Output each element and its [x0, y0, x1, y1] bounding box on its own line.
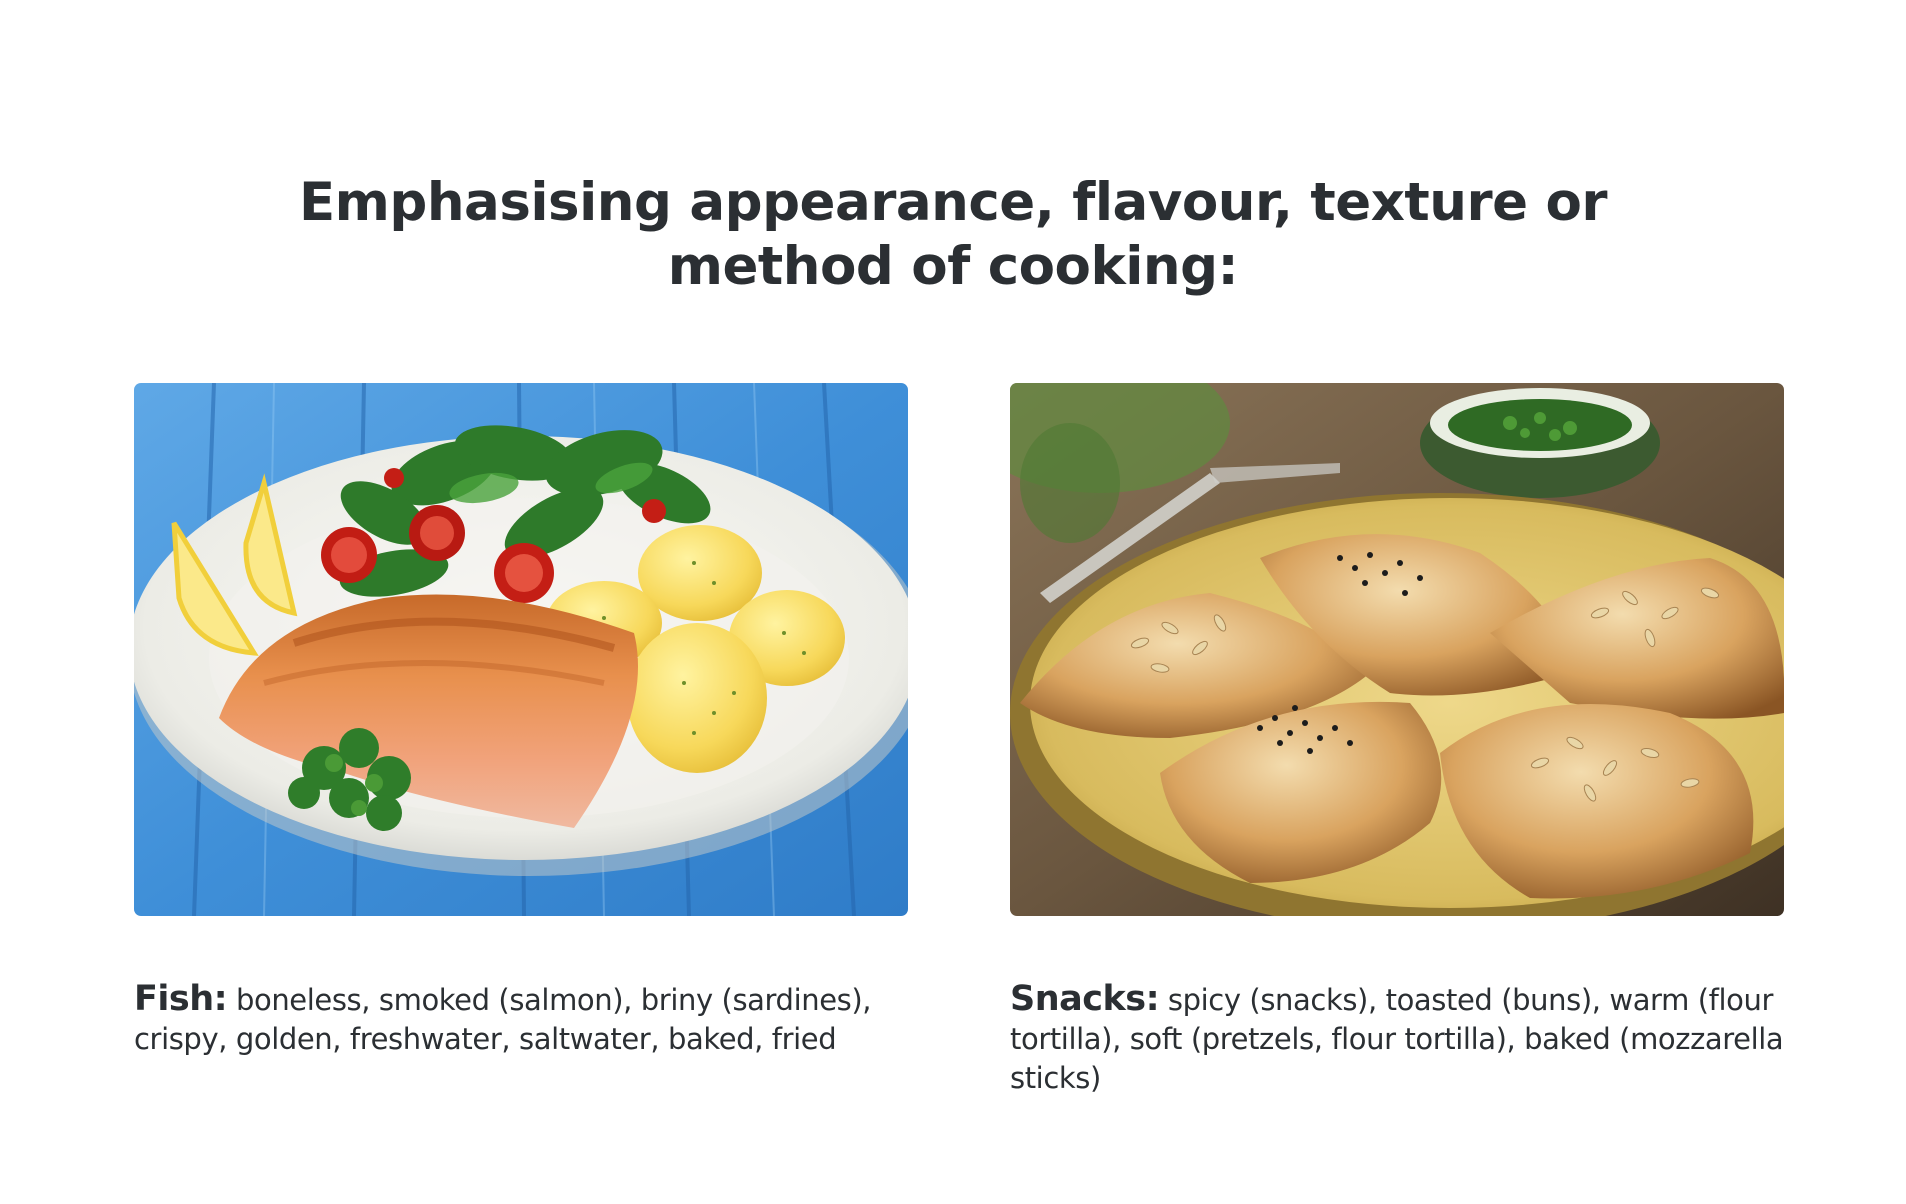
snacks-caption: Snacks: spicy (snacks), toasted (buns), …	[1010, 980, 1784, 1098]
page-title-line-2: method of cooking:	[667, 235, 1239, 297]
snacks-photo	[1010, 383, 1784, 916]
fish-caption-lead: Fish:	[134, 979, 228, 1019]
page-title-line-1: Emphasising appearance, flavour, texture…	[298, 171, 1608, 233]
snacks-card: Snacks: spicy (snacks), toasted (buns), …	[1010, 383, 1784, 1127]
fish-caption-text: boneless, smoked (salmon), briny (sardin…	[134, 983, 872, 1056]
fish-caption: Fish: boneless, smoked (salmon), briny (…	[134, 980, 908, 1059]
fish-photo	[134, 383, 908, 916]
fish-card: Fish: boneless, smoked (salmon), briny (…	[134, 383, 908, 1088]
page-title: Emphasising appearance, flavour, texture…	[0, 171, 1906, 299]
snacks-caption-lead: Snacks:	[1010, 979, 1160, 1019]
